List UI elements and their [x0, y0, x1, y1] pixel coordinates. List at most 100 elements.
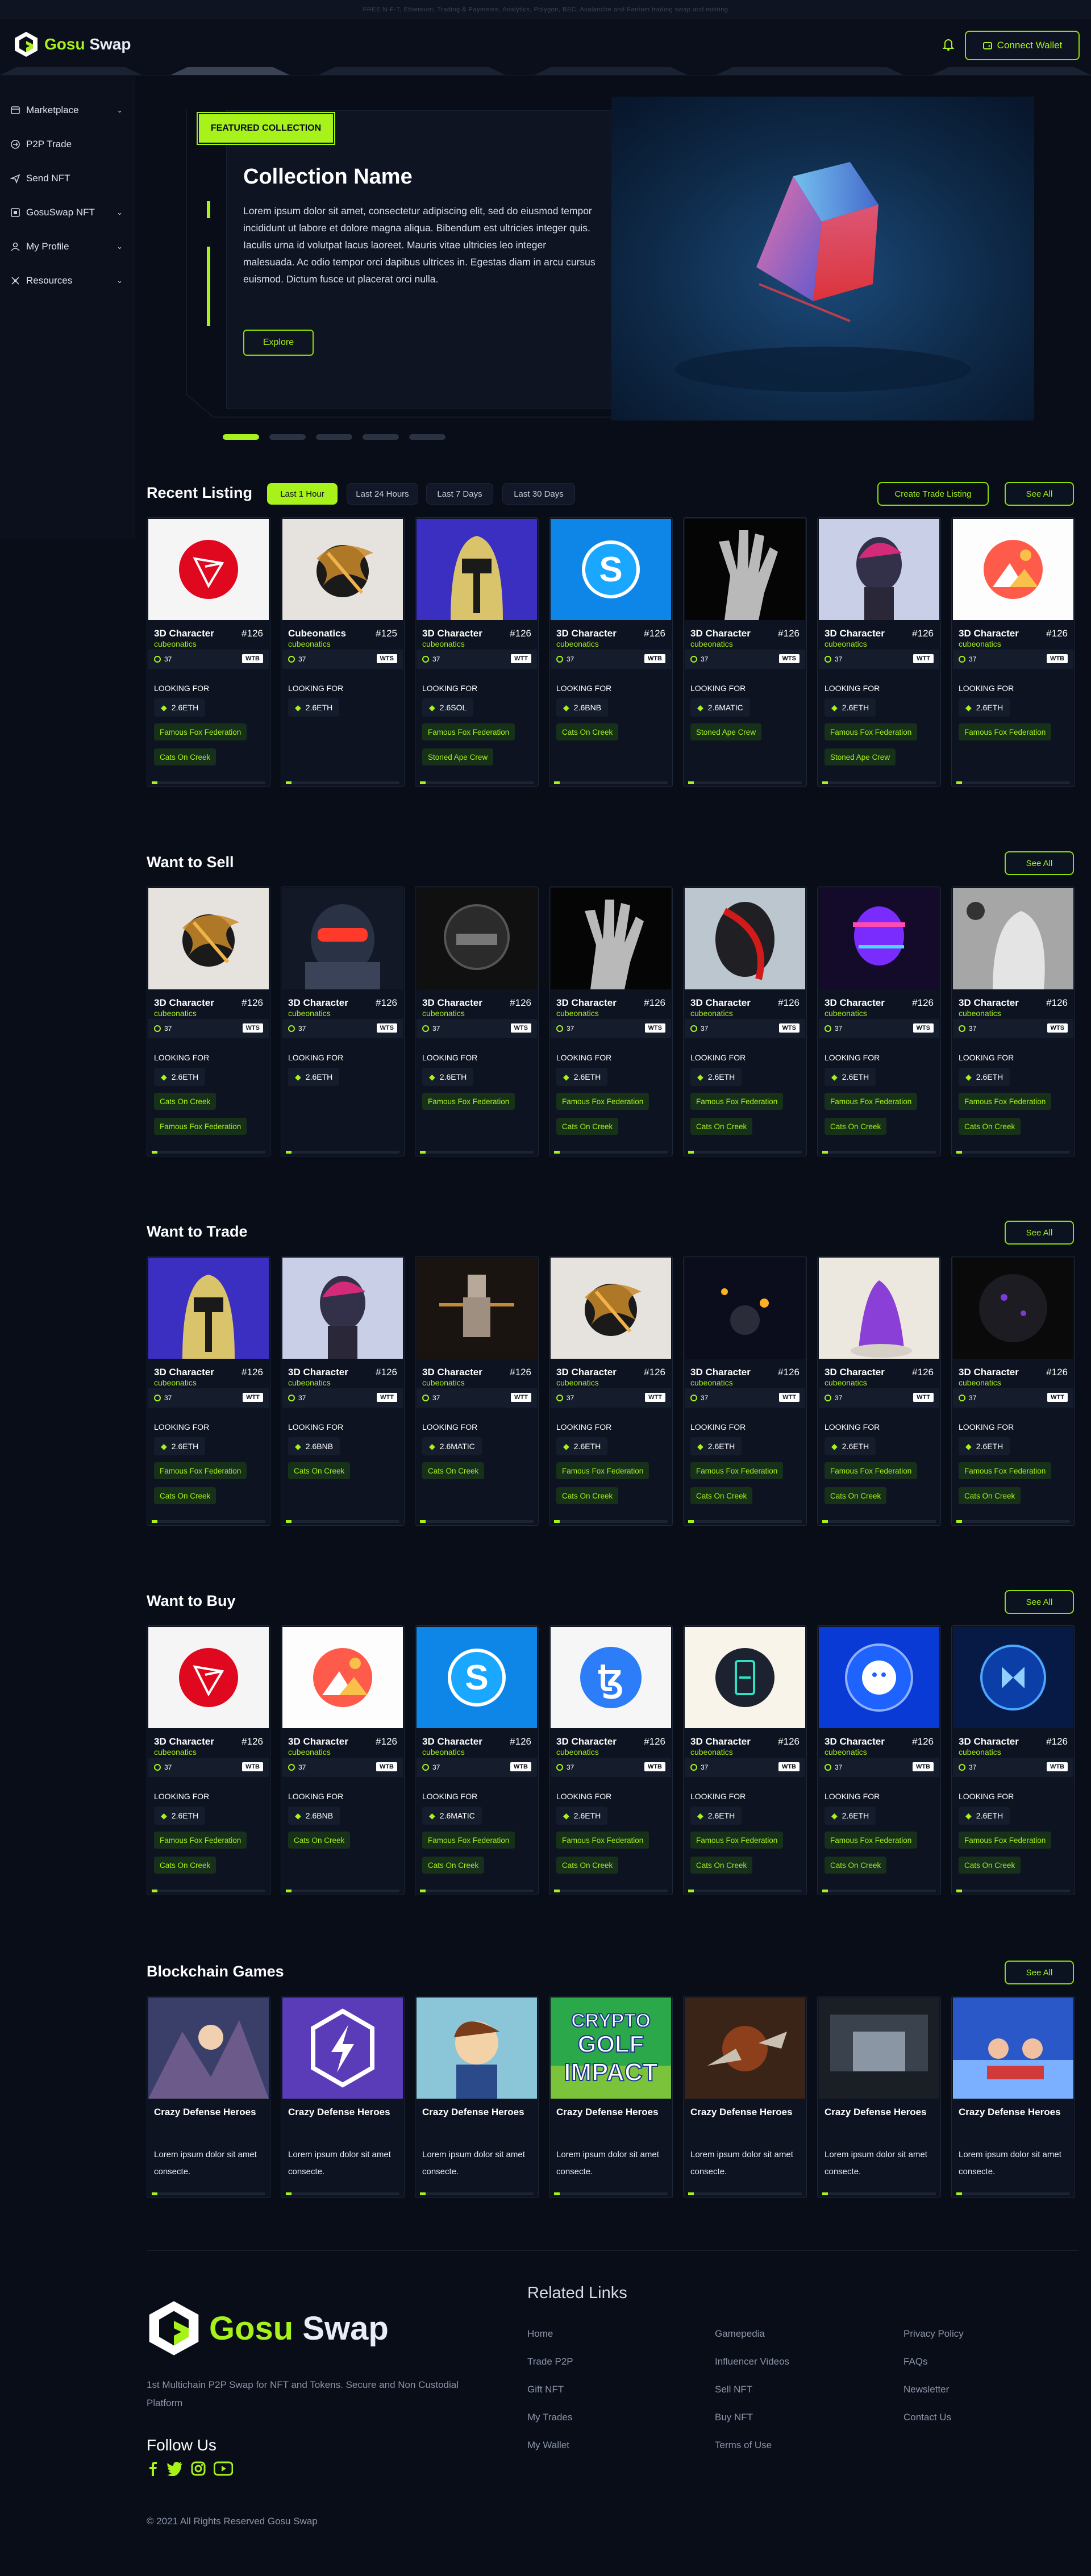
time-filter-tab[interactable]: Last 1 Hour	[267, 483, 338, 505]
nft-image[interactable]	[417, 888, 537, 989]
collection-name[interactable]: cubeonatics	[154, 639, 197, 648]
nft-card[interactable]: 3D Character #126 cubeonatics 37 WTS LOOKING …	[549, 887, 673, 1156]
collection-chip[interactable]: Famous Fox Federation	[154, 723, 247, 740]
game-card[interactable]: Crazy Defense Heroes Lorem ipsum dolor si…	[951, 1996, 1075, 2198]
nft-image[interactable]	[819, 1258, 939, 1359]
collection-name[interactable]: cubeonatics	[154, 1378, 197, 1387]
collection-chip[interactable]: Famous Fox Federation	[959, 1093, 1052, 1110]
nft-image[interactable]	[685, 1627, 805, 1728]
time-filter-tab[interactable]: Last 7 Days	[426, 483, 493, 505]
nft-card[interactable]: 3D Character #126 cubeonatics 37 WTB LOOKING …	[951, 517, 1075, 787]
nft-card[interactable]: 3D Character #126 cubeonatics 37 WTB LOOKING …	[951, 1625, 1075, 1895]
see-all-button[interactable]: See All	[1005, 1590, 1074, 1614]
nft-card[interactable]: 3D Character #126 cubeonatics 37 WTT LOOKING …	[147, 1256, 270, 1526]
nft-image[interactable]	[819, 519, 939, 620]
header-logo[interactable]: Gosu Swap	[14, 31, 131, 58]
footer-link[interactable]: Privacy Policy	[903, 2328, 964, 2340]
footer-logo[interactable]: Gosu Swap	[147, 2299, 389, 2358]
collection-name[interactable]: cubeonatics	[288, 639, 331, 648]
game-image[interactable]	[953, 1997, 1073, 2099]
collection-name[interactable]: cubeonatics	[422, 1378, 465, 1387]
nft-card[interactable]: 3D Character #126 cubeonatics 37 WTB LOOKING …	[683, 1625, 807, 1895]
instagram-icon[interactable]	[191, 2461, 206, 2476]
nft-image[interactable]	[148, 888, 269, 989]
collection-chip[interactable]: Cats On Creek	[154, 748, 216, 765]
nft-card[interactable]: 3D Character #126 cubeonatics 37 WTS LOOKING …	[281, 887, 405, 1156]
nft-card[interactable]: 3D Character #126 cubeonatics 37 WTB LOOKING …	[147, 517, 270, 787]
collection-chip[interactable]: Famous Fox Federation	[959, 1832, 1052, 1849]
nft-image[interactable]	[953, 1627, 1073, 1728]
facebook-icon[interactable]	[147, 2461, 159, 2476]
see-all-button[interactable]: See All	[1005, 1221, 1074, 1245]
collection-chip[interactable]: Famous Fox Federation	[556, 1832, 649, 1849]
nft-card[interactable]: 3D Character #126 cubeonatics 37 WTS LOOKING …	[683, 517, 807, 787]
collection-chip[interactable]: Cats On Creek	[959, 1118, 1021, 1135]
sidebar-item-send-nft[interactable]: Send NFT	[10, 167, 124, 190]
footer-link[interactable]: Contact Us	[903, 2412, 951, 2423]
nft-card[interactable]: 3D Character #126 cubeonatics 37 WTT LOOKING …	[549, 1256, 673, 1526]
collection-chip[interactable]: Famous Fox Federation	[556, 1462, 649, 1479]
carousel-dot[interactable]	[316, 434, 352, 440]
nft-image[interactable]	[282, 888, 403, 989]
collection-chip[interactable]: Stoned Ape Crew	[825, 748, 896, 765]
nft-card[interactable]: 3D Character #126 cubeonatics 37 WTB LOOKING …	[147, 1625, 270, 1895]
collection-chip[interactable]: Cats On Creek	[825, 1118, 887, 1135]
collection-name[interactable]: cubeonatics	[556, 1009, 599, 1018]
game-card[interactable]: Crazy Defense Heroes Lorem ipsum dolor si…	[817, 1996, 941, 2198]
time-filter-tab[interactable]: Last 24 Hours	[347, 483, 418, 505]
time-filter-tab[interactable]: Last 30 Days	[502, 483, 575, 505]
collection-chip[interactable]: Cats On Creek	[154, 1487, 216, 1504]
nft-image[interactable]	[148, 519, 269, 620]
collection-chip[interactable]: Famous Fox Federation	[422, 1093, 515, 1110]
nft-card[interactable]: 3D Character #126 cubeonatics 37 WTT LOOKING …	[817, 517, 941, 787]
carousel-dot[interactable]	[409, 434, 445, 440]
see-all-button[interactable]: See All	[1005, 851, 1074, 875]
collection-chip[interactable]: Cats On Creek	[959, 1857, 1021, 1874]
collection-name[interactable]: cubeonatics	[825, 1747, 867, 1757]
collection-chip[interactable]: Famous Fox Federation	[959, 723, 1052, 740]
sidebar-item-my-profile[interactable]: My Profile ⌄	[10, 235, 124, 258]
carousel-dot[interactable]	[269, 434, 306, 440]
collection-chip[interactable]: Cats On Creek	[422, 1857, 485, 1874]
nft-image[interactable]	[282, 1627, 403, 1728]
game-image[interactable]	[685, 1997, 805, 2099]
collection-chip[interactable]: Cats On Creek	[959, 1487, 1021, 1504]
nft-card[interactable]: 3D Character #126 cubeonatics 37 WTS LOOKING …	[951, 887, 1075, 1156]
connect-wallet-button[interactable]: Connect Wallet	[965, 31, 1080, 60]
footer-link[interactable]: Terms of Use	[715, 2440, 772, 2451]
footer-link[interactable]: Sell NFT	[715, 2384, 752, 2395]
collection-chip[interactable]: Cats On Creek	[556, 1118, 619, 1135]
footer-link[interactable]: FAQs	[903, 2356, 928, 2367]
collection-name[interactable]: cubeonatics	[959, 1747, 1001, 1757]
see-all-button[interactable]: See All	[1005, 1961, 1074, 1984]
nft-image[interactable]	[282, 519, 403, 620]
collection-name[interactable]: cubeonatics	[959, 1378, 1001, 1387]
nft-image[interactable]	[282, 1258, 403, 1359]
nft-card[interactable]: 3D Character #126 cubeonatics 37 WTB LOOKING …	[281, 1625, 405, 1895]
collection-chip[interactable]: Famous Fox Federation	[154, 1118, 247, 1135]
bell-icon[interactable]	[940, 36, 956, 52]
collection-name[interactable]: cubeonatics	[690, 1378, 733, 1387]
footer-link[interactable]: Buy NFT	[715, 2412, 753, 2423]
nft-card[interactable]: 3D Character #126 cubeonatics 37 WTS LOOKING …	[147, 887, 270, 1156]
nft-card[interactable]: S 3D Character #126 cubeonatics 37 WTB LOOKING…	[549, 517, 673, 787]
nft-image[interactable]: ꜩ	[551, 1627, 671, 1728]
nft-image[interactable]	[819, 888, 939, 989]
nft-image[interactable]	[953, 519, 1073, 620]
collection-chip[interactable]: Cats On Creek	[556, 723, 619, 740]
twitter-icon[interactable]	[167, 2461, 183, 2476]
collection-chip[interactable]: Famous Fox Federation	[154, 1832, 247, 1849]
game-card[interactable]: CRYPTO GOLF IMPACT Crazy Defense Heroes Lore…	[549, 1996, 673, 2198]
collection-chip[interactable]: Cats On Creek	[154, 1857, 216, 1874]
nft-image[interactable]	[148, 1627, 269, 1728]
collection-name[interactable]: cubeonatics	[959, 1009, 1001, 1018]
nft-image[interactable]	[417, 519, 537, 620]
sidebar-item-p2p-trade[interactable]: P2P Trade	[10, 133, 124, 156]
collection-name[interactable]: cubeonatics	[959, 639, 1001, 648]
footer-link[interactable]: My Trades	[527, 2412, 572, 2423]
sidebar-item-resources[interactable]: Resources ⌄	[10, 269, 124, 292]
game-card[interactable]: Crazy Defense Heroes Lorem ipsum dolor si…	[683, 1996, 807, 2198]
collection-name[interactable]: cubeonatics	[690, 639, 733, 648]
nft-card[interactable]: 3D Character #126 cubeonatics 37 WTB LOOKING …	[817, 1625, 941, 1895]
footer-link[interactable]: Trade P2P	[527, 2356, 573, 2367]
